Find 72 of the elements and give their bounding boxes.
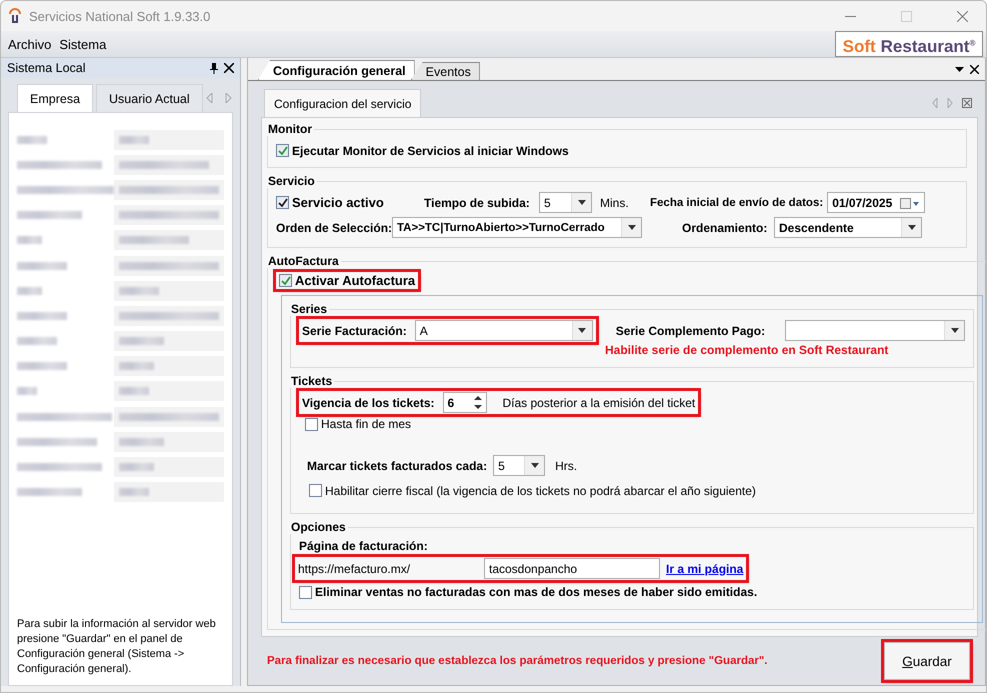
hint-text: Días posterior a la emisión del ticket <box>502 396 696 410</box>
base-url-text: https://mefacturo.mx/ <box>298 562 412 576</box>
field-label: Fecha inicial de envío de datos: <box>650 196 824 208</box>
info-note: Para subir la información al servidor web presione "Guardar" en el panel de Configuración general (Sistema -> Configuración general). <box>17 617 217 677</box>
menu-item[interactable]: Archivo <box>7 36 58 52</box>
blurred-text-drawing <box>17 262 67 270</box>
sorting-dropdown[interactable]: Descendente <box>774 217 922 238</box>
blurred-text-drawing <box>17 312 67 320</box>
app-icon <box>9 8 21 24</box>
field-label: Tiempo de subida: <box>424 196 531 210</box>
unit-label: Mins. <box>599 196 630 210</box>
url-slug-field[interactable]: tacosdonpancho <box>484 558 660 579</box>
group-title: AutoFactura <box>267 254 340 268</box>
field-label: Serie Facturación: <box>302 324 407 338</box>
checkbox-label: Ejecutar Monitor de Servicios al iniciar Windows <box>292 144 569 158</box>
group-title: Tickets <box>290 374 334 388</box>
page-link[interactable]: Ir a mi página <box>666 562 744 576</box>
checkbox-label: Servicio activo <box>292 195 384 210</box>
complement-series-dropdown[interactable] <box>785 320 966 341</box>
field-label: Página de facturación: <box>299 539 428 553</box>
tab[interactable]: Eventos <box>410 62 480 80</box>
tab[interactable]: Configuracion del servicio <box>264 89 422 117</box>
group-title: Servicio <box>267 174 316 188</box>
blurred-text-drawing <box>17 362 67 370</box>
checkbox[interactable] <box>299 586 312 598</box>
blurred-text-drawing <box>17 136 47 144</box>
calendar-icon <box>900 196 920 208</box>
blurred-text-drawing <box>17 488 82 496</box>
checkbox[interactable] <box>276 144 289 157</box>
checkbox[interactable] <box>279 274 292 287</box>
field-label: Serie Complemento Pago: <box>616 324 766 338</box>
checkbox-label: Eliminar ventas no facturadas con mas de dos meses de haber sido emitidas. <box>315 585 758 599</box>
window-title: Servicios National Soft 1.9.33.0 <box>29 8 212 24</box>
validity-spinner[interactable]: 6 <box>442 392 486 413</box>
date-picker[interactable]: 01/07/2025 <box>827 192 926 213</box>
menu-item[interactable]: Sistema <box>58 36 114 52</box>
close-icon[interactable] <box>224 63 234 73</box>
checkbox-label: Hasta fin de mes <box>321 417 412 431</box>
tab[interactable]: Empresa <box>17 84 94 112</box>
blurred-text-drawing <box>17 211 82 220</box>
dropdown-icon[interactable] <box>955 66 964 72</box>
checkbox[interactable] <box>309 484 322 497</box>
tab[interactable]: Usuario Actual <box>96 84 203 112</box>
checkbox-label: Habilitar cierre fiscal (la vigencia de los tickets no podrá abarcar el año siguiente) <box>325 484 756 498</box>
close-icon[interactable] <box>970 64 979 74</box>
unit-label: Hrs. <box>555 458 578 472</box>
field-label: Vigencia de los tickets: <box>302 396 434 410</box>
checkbox[interactable] <box>276 196 289 209</box>
field-label: Orden de Selección: <box>276 220 392 234</box>
checkbox[interactable] <box>305 418 318 430</box>
group-title: Opciones <box>290 520 347 534</box>
panel-title: Sistema Local <box>7 61 87 75</box>
checkbox-label: Activar Autofactura <box>295 273 416 288</box>
blurred-text-drawing <box>17 286 42 295</box>
mark-interval-dropdown[interactable]: 5 <box>493 455 546 476</box>
order-dropdown[interactable]: TA>>TC|TurnoAbierto>>TurnoCerrado <box>392 217 642 238</box>
upload-time-dropdown[interactable]: 5 <box>539 192 592 213</box>
group-title: Monitor <box>267 122 313 136</box>
field-label: Marcar tickets facturados cada: <box>307 458 488 472</box>
blurred-text-drawing <box>17 387 37 396</box>
blurred-text-drawing <box>17 337 57 346</box>
invoice-series-dropdown[interactable]: A <box>414 320 593 341</box>
instruction-text: Para finalizar es necesario que establezca los parámetros requeridos y presione "Guardar". <box>267 655 768 667</box>
pin-icon[interactable] <box>210 62 218 74</box>
logo: Soft Restaurant$^{®}$ <box>835 31 983 57</box>
spinner-arrows-icon[interactable] <box>472 394 484 411</box>
field-label: Ordenamiento: <box>682 220 768 234</box>
warning-text: Habilite serie de complemento en Soft Restaurant <box>604 343 890 357</box>
tab[interactable]: Configuración general <box>258 60 415 80</box>
group-title: Series <box>290 302 328 316</box>
save-button[interactable]: Guardar <box>884 642 970 680</box>
blurred-text-drawing <box>17 236 42 244</box>
